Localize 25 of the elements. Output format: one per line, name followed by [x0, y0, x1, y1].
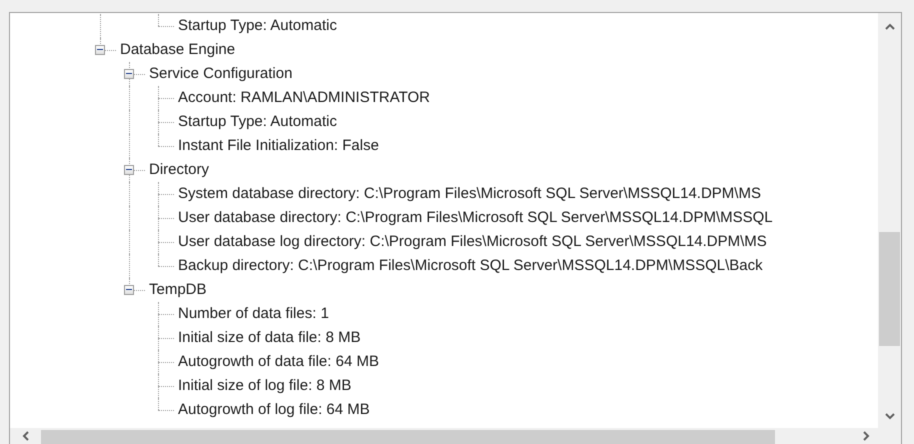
scroll-down-icon[interactable] [884, 413, 894, 420]
tree-item[interactable]: Autogrowth of data file: 64 MB [176, 353, 379, 371]
tree-item[interactable]: User database directory: C:\Program Files\Microsoft SQL Server\MSSQL14.DPM\MSSQL [176, 209, 773, 227]
tree-item[interactable]: User database log directory: C:\Program Files\Microsoft SQL Server\MSSQL14.DPM\MS [176, 233, 767, 251]
tree-item[interactable]: Database Engine [118, 41, 236, 59]
collapse-toggle[interactable] [95, 45, 105, 55]
collapse-toggle[interactable] [124, 165, 134, 175]
tree-item[interactable]: Directory [147, 161, 210, 179]
tree-item[interactable]: System database directory: C:\Program Files\Microsoft SQL Server\MSSQL14.DPM\MS [176, 185, 761, 203]
tree-item[interactable]: Backup directory: C:\Program Files\Microsoft SQL Server\MSSQL14.DPM\MSSQL\Back [176, 257, 763, 275]
scrollbar-thumb[interactable] [41, 430, 775, 444]
tree-item[interactable]: Startup Type: Automatic [176, 113, 337, 131]
horizontal-scrollbar[interactable] [10, 428, 878, 444]
tree-item[interactable]: Initial size of log file: 8 MB [176, 377, 352, 395]
scroll-left-icon[interactable] [22, 431, 29, 441]
tree-item[interactable]: TempDB [147, 281, 207, 299]
vertical-scrollbar[interactable] [878, 13, 901, 428]
collapse-toggle[interactable] [124, 285, 134, 295]
scroll-up-icon[interactable] [884, 23, 894, 30]
tree-item[interactable]: Autogrowth of log file: 64 MB [176, 401, 370, 419]
scrollbar-thumb[interactable] [879, 232, 900, 346]
tree-item[interactable]: Service Configuration [147, 65, 292, 83]
collapse-toggle[interactable] [124, 69, 134, 79]
tree-item[interactable]: Startup Type: Automatic [176, 17, 337, 35]
scroll-right-icon[interactable] [863, 431, 870, 441]
